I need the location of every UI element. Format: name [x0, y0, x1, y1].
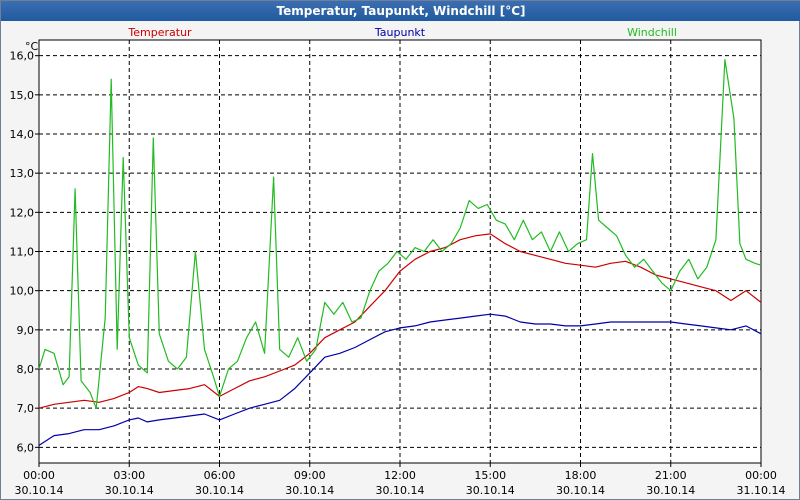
x-tick-time: 06:00: [204, 469, 236, 482]
y-tick-label: 9,0: [17, 324, 35, 337]
x-tick-date: 30.10.14: [105, 484, 154, 497]
y-tick-label: 7,0: [17, 402, 35, 415]
x-tick-date: 30.10.14: [466, 484, 515, 497]
y-tick-label: 13,0: [10, 167, 35, 180]
y-tick-label: 11,0: [10, 246, 35, 259]
x-axis-ticks: 00:00 30.10.14 03:00 30.10.14 06:00 30.10.14 0…: [15, 463, 786, 497]
x-tick-time: 00:00: [745, 469, 777, 482]
x-tick-date: 30.10.14: [195, 484, 244, 497]
x-tick-date: 31.10.14: [737, 484, 786, 497]
y-tick-label: 15,0: [10, 89, 35, 102]
x-tick-time: 09:00: [294, 469, 326, 482]
x-tick-time: 12:00: [384, 469, 416, 482]
legend-taupunkt: Taupunkt: [374, 26, 426, 39]
x-tick-time: 15:00: [474, 469, 506, 482]
x-tick-date: 30.10.14: [646, 484, 695, 497]
legend-windchill: Windchill: [627, 26, 677, 39]
line-chart: 6,07,08,09,010,011,012,013,014,015,016,0…: [10, 26, 786, 497]
x-tick-date: 30.10.14: [285, 484, 334, 497]
y-tick-label: 6,0: [17, 441, 35, 454]
y-tick-label: 8,0: [17, 363, 35, 376]
y-tick-label: 10,0: [10, 285, 35, 298]
y-tick-label: 14,0: [10, 128, 35, 141]
x-tick-time: 21:00: [655, 469, 687, 482]
x-tick-time: 18:00: [565, 469, 597, 482]
y-axis-ticks: 6,07,08,09,010,011,012,013,014,015,016,0: [10, 50, 39, 454]
y-axis-unit: °C: [25, 40, 39, 53]
y-tick-label: 12,0: [10, 206, 35, 219]
legend-temperatur: Temperatur: [127, 26, 192, 39]
x-tick-time: 00:00: [23, 469, 55, 482]
x-tick-date: 30.10.14: [556, 484, 605, 497]
x-tick-date: 30.10.14: [15, 484, 64, 497]
x-tick-date: 30.10.14: [376, 484, 425, 497]
x-tick-time: 03:00: [113, 469, 145, 482]
